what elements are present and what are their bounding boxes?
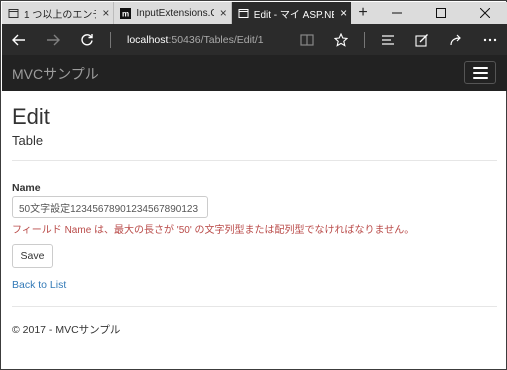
star-icon bbox=[334, 32, 348, 47]
tab-entity[interactable]: 1 つ以上のエンティティで × bbox=[2, 2, 115, 24]
name-input[interactable]: 50文字設定12345678901234567890123 bbox=[12, 196, 208, 218]
browser-toolbar: localhost:50436/Tables/Edit/1 bbox=[2, 24, 507, 55]
save-button[interactable]: Save bbox=[12, 244, 53, 268]
address-bar[interactable]: localhost:50436/Tables/Edit/1 bbox=[117, 24, 290, 55]
close-tab-icon[interactable]: × bbox=[340, 6, 347, 20]
share-icon bbox=[450, 34, 461, 45]
navbar-toggle-button[interactable] bbox=[464, 61, 496, 84]
maximize-icon[interactable] bbox=[419, 2, 463, 24]
arrow-left-icon bbox=[12, 34, 25, 45]
hub-icon bbox=[382, 34, 394, 45]
close-tab-icon[interactable]: × bbox=[220, 6, 227, 20]
pen-icon bbox=[415, 33, 428, 47]
close-window-icon[interactable] bbox=[463, 2, 507, 24]
minimize-icon[interactable] bbox=[375, 2, 419, 24]
reading-view-button[interactable] bbox=[290, 24, 324, 55]
browser-window: 1 つ以上のエンティティで × m InputExtensions.Check … bbox=[0, 0, 507, 370]
toolbar-divider bbox=[110, 31, 111, 48]
address-host: localhost bbox=[127, 33, 169, 46]
favorite-button[interactable] bbox=[324, 24, 358, 55]
tab-edit[interactable]: Edit - マイ ASP.NET × bbox=[231, 2, 352, 24]
more-button[interactable] bbox=[473, 24, 507, 55]
divider bbox=[12, 306, 497, 307]
forward-button[interactable] bbox=[36, 24, 70, 55]
refresh-icon bbox=[81, 33, 93, 45]
book-icon bbox=[300, 33, 314, 46]
site-navbar: MVCサンプル bbox=[2, 55, 507, 91]
new-tab-button[interactable]: + bbox=[351, 2, 375, 24]
tab-label: InputExtensions.Check bbox=[136, 7, 213, 19]
close-tab-icon[interactable]: × bbox=[102, 6, 109, 20]
tab-label: 1 つ以上のエンティティで bbox=[24, 9, 96, 21]
footer-text: © 2017 - MVCサンプル bbox=[12, 324, 121, 336]
back-button[interactable] bbox=[2, 24, 36, 55]
tab-input-extensions[interactable]: m InputExtensions.Check × bbox=[114, 2, 232, 24]
tab-label: Edit - マイ ASP.NET bbox=[253, 9, 334, 21]
validation-error: フィールド Name は、最大の長さが '50' の文字列型または配列型でなけれ… bbox=[12, 225, 415, 236]
hamburger-icon bbox=[472, 66, 488, 69]
toolbar-divider bbox=[364, 31, 365, 48]
divider bbox=[12, 160, 497, 161]
page-icon bbox=[238, 8, 249, 19]
name-field-label: Name bbox=[12, 182, 41, 194]
arrow-right-icon bbox=[47, 34, 60, 45]
back-to-list-link[interactable]: Back to List bbox=[12, 279, 66, 291]
address-path: :50436/Tables/Edit/1 bbox=[168, 33, 264, 46]
svg-text:m: m bbox=[122, 9, 129, 18]
navbar-brand[interactable]: MVCサンプル bbox=[12, 64, 99, 84]
window-controls bbox=[375, 2, 507, 24]
page-title: Edit bbox=[12, 104, 50, 129]
refresh-button[interactable] bbox=[70, 24, 104, 55]
m-logo-icon: m bbox=[120, 7, 132, 19]
web-note-button[interactable] bbox=[405, 24, 439, 55]
share-button[interactable] bbox=[439, 24, 473, 55]
page-icon bbox=[8, 8, 19, 19]
ellipsis-icon bbox=[483, 38, 497, 41]
hub-button[interactable] bbox=[371, 24, 405, 55]
tab-strip: 1 つ以上のエンティティで × m InputExtensions.Check … bbox=[2, 2, 507, 24]
page-subtitle: Table bbox=[12, 133, 44, 148]
